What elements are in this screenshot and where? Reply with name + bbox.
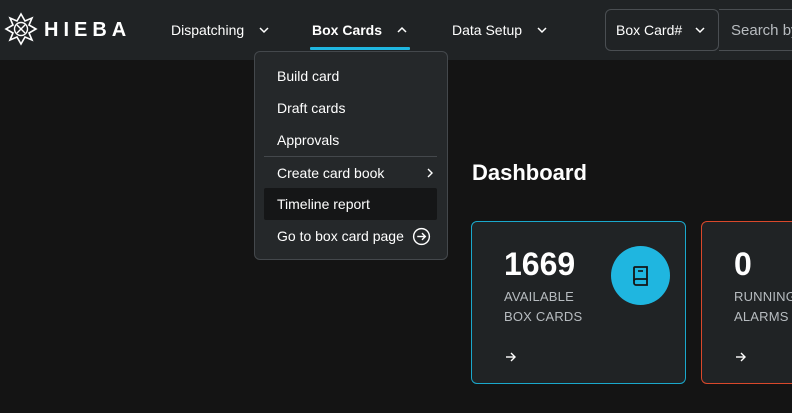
chevron-down-icon xyxy=(695,27,705,34)
card-label-line: BOX CARDS xyxy=(504,309,583,324)
chevron-down-icon xyxy=(537,27,547,34)
search-type-value: Box Card# xyxy=(616,22,683,38)
search-field[interactable] xyxy=(719,9,792,51)
available-box-cards-label: AVAILABLE BOX CARDS xyxy=(504,287,614,327)
chevron-right-icon xyxy=(427,168,433,178)
card-label-line: RUNNING xyxy=(734,289,792,304)
menu-item-label: Approvals xyxy=(277,132,340,148)
brand-name[interactable]: HIEBA xyxy=(44,19,131,42)
nav-data-setup[interactable]: Data Setup xyxy=(452,0,548,60)
nav-box-cards-label: Box Cards xyxy=(312,22,383,38)
available-box-cards-count: 1669 xyxy=(504,246,576,282)
menu-item-label: Build card xyxy=(277,68,340,84)
menu-item-create-card-book[interactable]: Create card book xyxy=(264,156,437,188)
running-alarms-count: 0 xyxy=(734,246,752,282)
chevron-down-icon xyxy=(259,27,269,34)
search-type-select[interactable]: Box Card# xyxy=(605,9,719,51)
arrow-right-icon[interactable] xyxy=(504,350,518,364)
menu-item-timeline-report[interactable]: Timeline report xyxy=(264,188,437,220)
book-icon xyxy=(632,265,648,286)
running-alarms-card[interactable]: 0 RUNNING ALARMS xyxy=(701,221,792,384)
menu-item-label: Go to box card page xyxy=(277,228,404,244)
available-box-cards-card[interactable]: 1669 AVAILABLE BOX CARDS xyxy=(471,221,686,384)
card-label-line: AVAILABLE xyxy=(504,289,574,304)
search-input[interactable] xyxy=(719,10,792,50)
menu-item-label: Timeline report xyxy=(277,196,370,212)
box-cards-dropdown-menu: Build card Draft cards Approvals Create … xyxy=(254,51,448,260)
nav-data-setup-label: Data Setup xyxy=(452,22,523,38)
chevron-up-icon xyxy=(397,26,407,33)
menu-item-go-to-box-card-page[interactable]: Go to box card page xyxy=(264,220,437,252)
nav-dispatching-label: Dispatching xyxy=(171,22,245,38)
menu-item-draft-cards[interactable]: Draft cards xyxy=(264,92,437,124)
menu-item-build-card[interactable]: Build card xyxy=(264,60,437,92)
page-title: Dashboard xyxy=(472,160,587,185)
card-label-line: ALARMS xyxy=(734,309,789,324)
maltese-cross-logo-icon[interactable] xyxy=(4,12,38,46)
running-alarms-label: RUNNING ALARMS xyxy=(734,287,792,327)
book-icon-badge xyxy=(611,246,670,305)
nav-dispatching[interactable]: Dispatching xyxy=(171,0,270,60)
menu-item-label: Draft cards xyxy=(277,100,346,116)
arrow-circle-right-icon xyxy=(412,227,430,245)
menu-item-label: Create card book xyxy=(277,164,385,181)
menu-item-approvals[interactable]: Approvals xyxy=(264,124,437,156)
arrow-right-icon[interactable] xyxy=(734,350,748,364)
